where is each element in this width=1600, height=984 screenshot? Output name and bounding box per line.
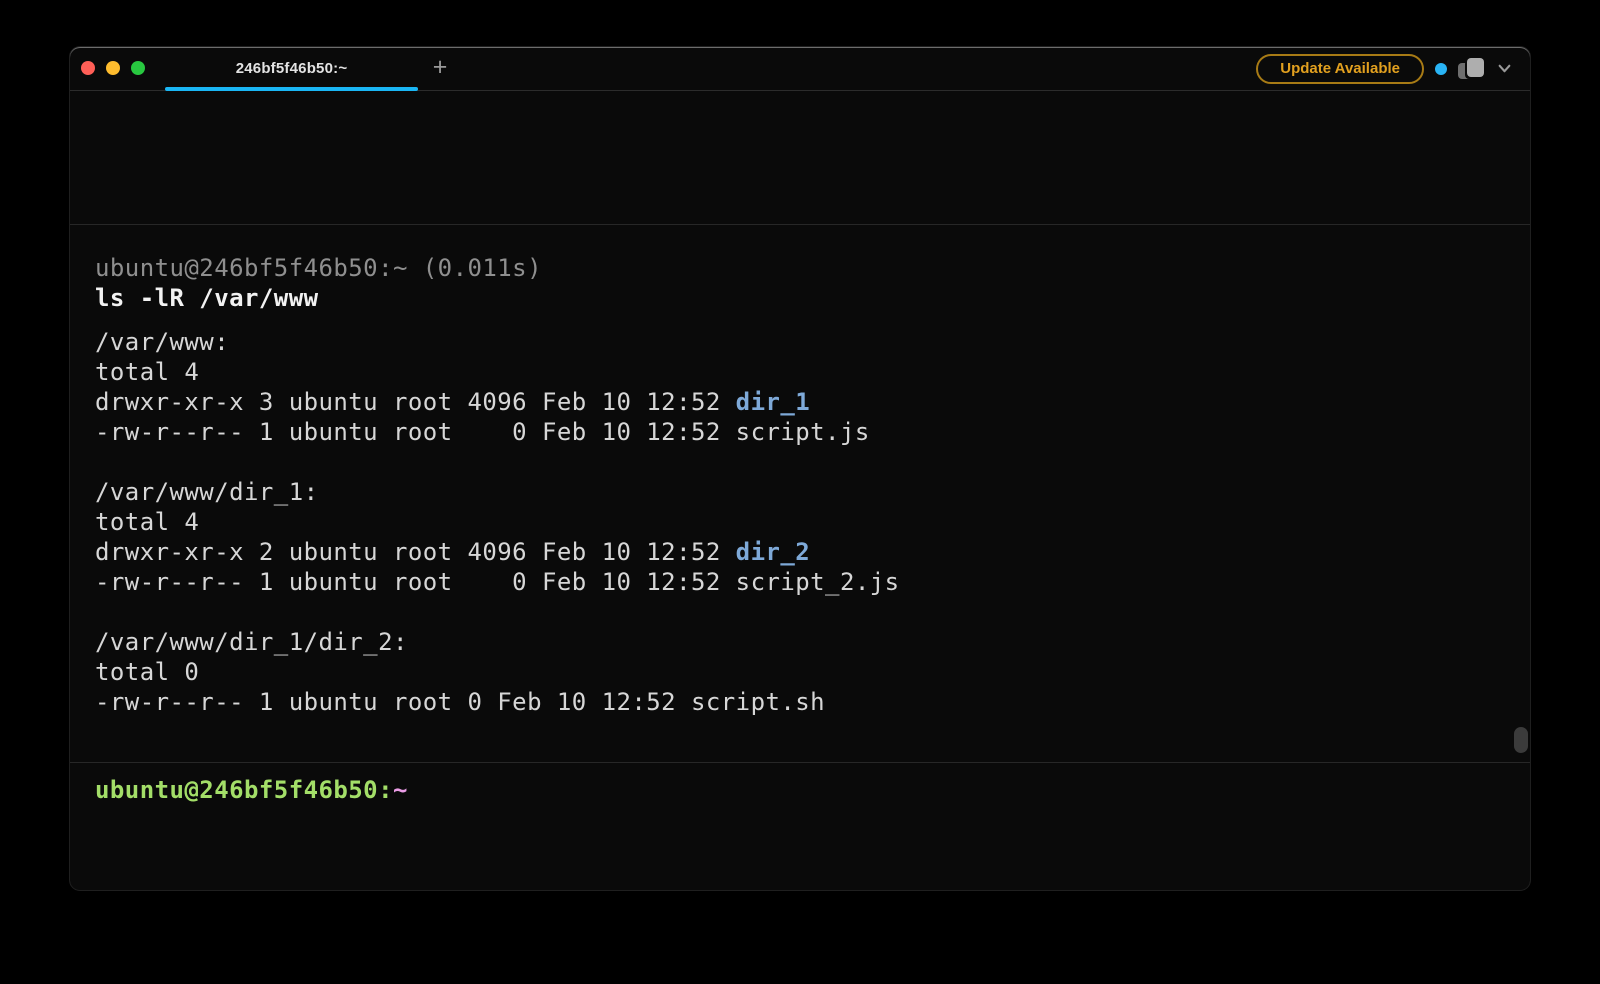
update-available-button[interactable]: Update Available (1256, 54, 1424, 84)
command-output: /var/www:total 4drwxr-xr-x 3 ubuntu root… (95, 327, 1505, 717)
output-line: -rw-r--r-- 1 ubuntu root 0 Feb 10 12:52 … (95, 417, 1505, 447)
tab-active[interactable]: 246bf5f46b50:~ (165, 47, 418, 90)
block-context-line: ubuntu@246bf5f46b50:~ (0.011s) (95, 253, 1505, 283)
new-tab-button[interactable]: + (426, 47, 454, 90)
notification-dot-icon (1435, 63, 1447, 75)
output-line (95, 447, 1505, 477)
titlebar: 246bf5f46b50:~ + Update Available (70, 47, 1530, 91)
output-line: /var/www: (95, 327, 1505, 357)
output-line: total 4 (95, 507, 1505, 537)
output-line: drwxr-xr-x 2 ubuntu root 4096 Feb 10 12:… (95, 537, 1505, 567)
output-line: -rw-r--r-- 1 ubuntu root 0 Feb 10 12:52 … (95, 567, 1505, 597)
tab-title: 246bf5f46b50:~ (236, 60, 348, 77)
zoom-icon[interactable] (131, 61, 145, 75)
minimize-icon[interactable] (106, 61, 120, 75)
previous-empty-block[interactable] (70, 91, 1530, 225)
close-icon[interactable] (81, 61, 95, 75)
prompt-block[interactable]: ubuntu@246bf5f46b50:~ (70, 763, 1530, 890)
scrollbar-thumb[interactable] (1514, 727, 1528, 753)
output-line: -rw-r--r-- 1 ubuntu root 0 Feb 10 12:52 … (95, 687, 1505, 717)
pane-front-shape (1467, 58, 1484, 77)
command-text: ls -lR /var/www (95, 283, 1505, 313)
output-line (95, 597, 1505, 627)
command-block[interactable]: ubuntu@246bf5f46b50:~ (0.011s) ls -lR /v… (70, 225, 1530, 763)
panes-icon[interactable] (1458, 57, 1486, 81)
titlebar-right-controls: Update Available (1256, 47, 1530, 90)
prompt-line: ubuntu@246bf5f46b50:~ (95, 775, 1505, 805)
chevron-down-icon[interactable] (1497, 61, 1512, 76)
prompt-user-host: ubuntu@246bf5f46b50: (95, 776, 393, 804)
output-line: drwxr-xr-x 3 ubuntu root 4096 Feb 10 12:… (95, 387, 1505, 417)
active-tab-indicator (165, 87, 418, 91)
output-line: total 4 (95, 357, 1505, 387)
output-line: /var/www/dir_1: (95, 477, 1505, 507)
output-line: total 0 (95, 657, 1505, 687)
output-line: /var/www/dir_1/dir_2: (95, 627, 1505, 657)
prompt-path: ~ (393, 776, 408, 804)
window-controls (81, 61, 145, 75)
terminal-window: 246bf5f46b50:~ + Update Available ubuntu… (70, 47, 1530, 890)
